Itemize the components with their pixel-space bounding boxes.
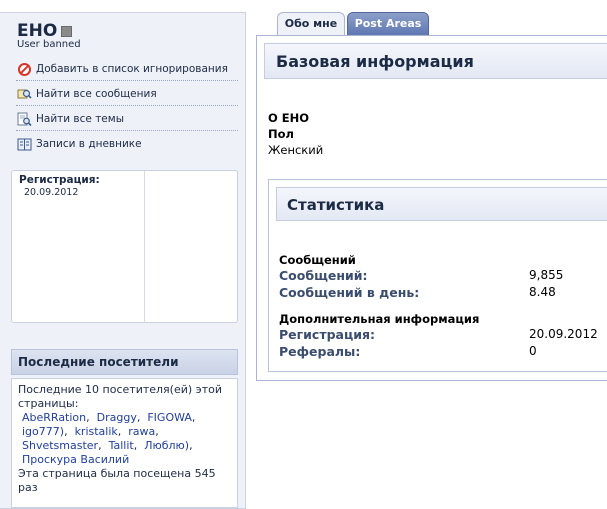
about-panel: Базовая информация О EHO Пол Женский Ста… <box>256 35 607 381</box>
info-box-divider <box>144 171 145 322</box>
about-user-title: О EHO <box>268 111 310 125</box>
visitor-link[interactable]: igo777) <box>22 425 64 438</box>
profile-actions: Добавить в список игнорирования Найти вс… <box>16 58 238 157</box>
basic-info-header: Базовая информация <box>264 43 607 79</box>
username-text: EHO <box>17 21 58 41</box>
registration-label: Регистрация: <box>19 174 100 186</box>
statistics-header: Статистика <box>276 187 607 221</box>
diary-entries-label: Записи в дневнике <box>36 138 142 150</box>
gender-value: Женский <box>268 143 324 157</box>
visitor-link[interactable]: Draggy <box>97 411 137 424</box>
visitor-link[interactable]: Проскура Василий <box>22 453 129 466</box>
search-posts-icon <box>16 86 32 102</box>
page-visit-count: Эта страница была посещена 545 раз <box>18 467 216 494</box>
diary-entries-link[interactable]: Записи в дневнике <box>16 133 238 155</box>
find-all-threads-label: Найти все темы <box>36 113 124 125</box>
visitors-intro: Последние 10 посетителя(ей) этой страниц… <box>18 383 222 410</box>
visitor-link[interactable]: rawa <box>128 425 155 438</box>
referrals-label: Рефералы: <box>279 344 361 359</box>
visitor-link[interactable]: AbeRRation <box>22 411 86 424</box>
registration-date: 20.09.2012 <box>24 187 79 198</box>
posts-count-value: 9,855 <box>529 268 564 282</box>
posts-per-day-value: 8.48 <box>529 285 556 299</box>
search-threads-icon <box>16 111 32 127</box>
visitor-link[interactable]: Shvetsmaster <box>22 439 98 452</box>
posts-per-day-label: Сообщений в день: <box>279 285 420 300</box>
gender-label: Пол <box>268 127 294 141</box>
posts-count-label: Сообщений: <box>279 268 368 283</box>
profile-sidebar: EHO User banned Добавить в список игнори… <box>0 12 246 509</box>
recent-visitors-body: Последние 10 посетителя(ей) этой страниц… <box>11 378 238 508</box>
find-all-posts-link[interactable]: Найти все сообщения <box>16 83 238 106</box>
visitor-link[interactable]: FIGOWA <box>147 411 192 424</box>
stats-registration-label: Регистрация: <box>279 327 376 342</box>
tab-about-me[interactable]: Обо мне <box>277 12 345 36</box>
extra-info-section-title: Дополнительная информация <box>279 312 480 326</box>
add-to-ignore-link[interactable]: Добавить в список игнорирования <box>16 58 238 81</box>
diary-icon <box>16 136 32 152</box>
visitor-link[interactable]: kristalik <box>75 425 118 438</box>
stats-registration-value: 20.09.2012 <box>529 327 598 341</box>
recent-visitors-header: Последние посетители <box>11 349 238 375</box>
user-status-text: User banned <box>17 39 81 50</box>
visitor-link[interactable]: Люблю) <box>144 439 189 452</box>
statistics-box: Статистика Сообщений Сообщений: 9,855 Со… <box>268 179 607 372</box>
find-all-threads-link[interactable]: Найти все темы <box>16 108 238 131</box>
username-title: EHO <box>17 21 73 41</box>
offline-status-icon <box>61 25 73 37</box>
find-all-posts-label: Найти все сообщения <box>36 88 157 100</box>
ignore-icon <box>16 61 32 77</box>
posts-section-title: Сообщений <box>279 253 356 267</box>
referrals-value: 0 <box>529 344 537 358</box>
registration-info-box: Регистрация: 20.09.2012 <box>11 170 238 323</box>
visitor-link[interactable]: Tallit <box>109 439 134 452</box>
tab-post-areas[interactable]: Post Areas <box>347 12 429 36</box>
add-to-ignore-label: Добавить в список игнорирования <box>36 63 228 75</box>
visitors-list: AbeRRation, Draggy, FIGOWA, igo777), kri… <box>22 411 196 466</box>
